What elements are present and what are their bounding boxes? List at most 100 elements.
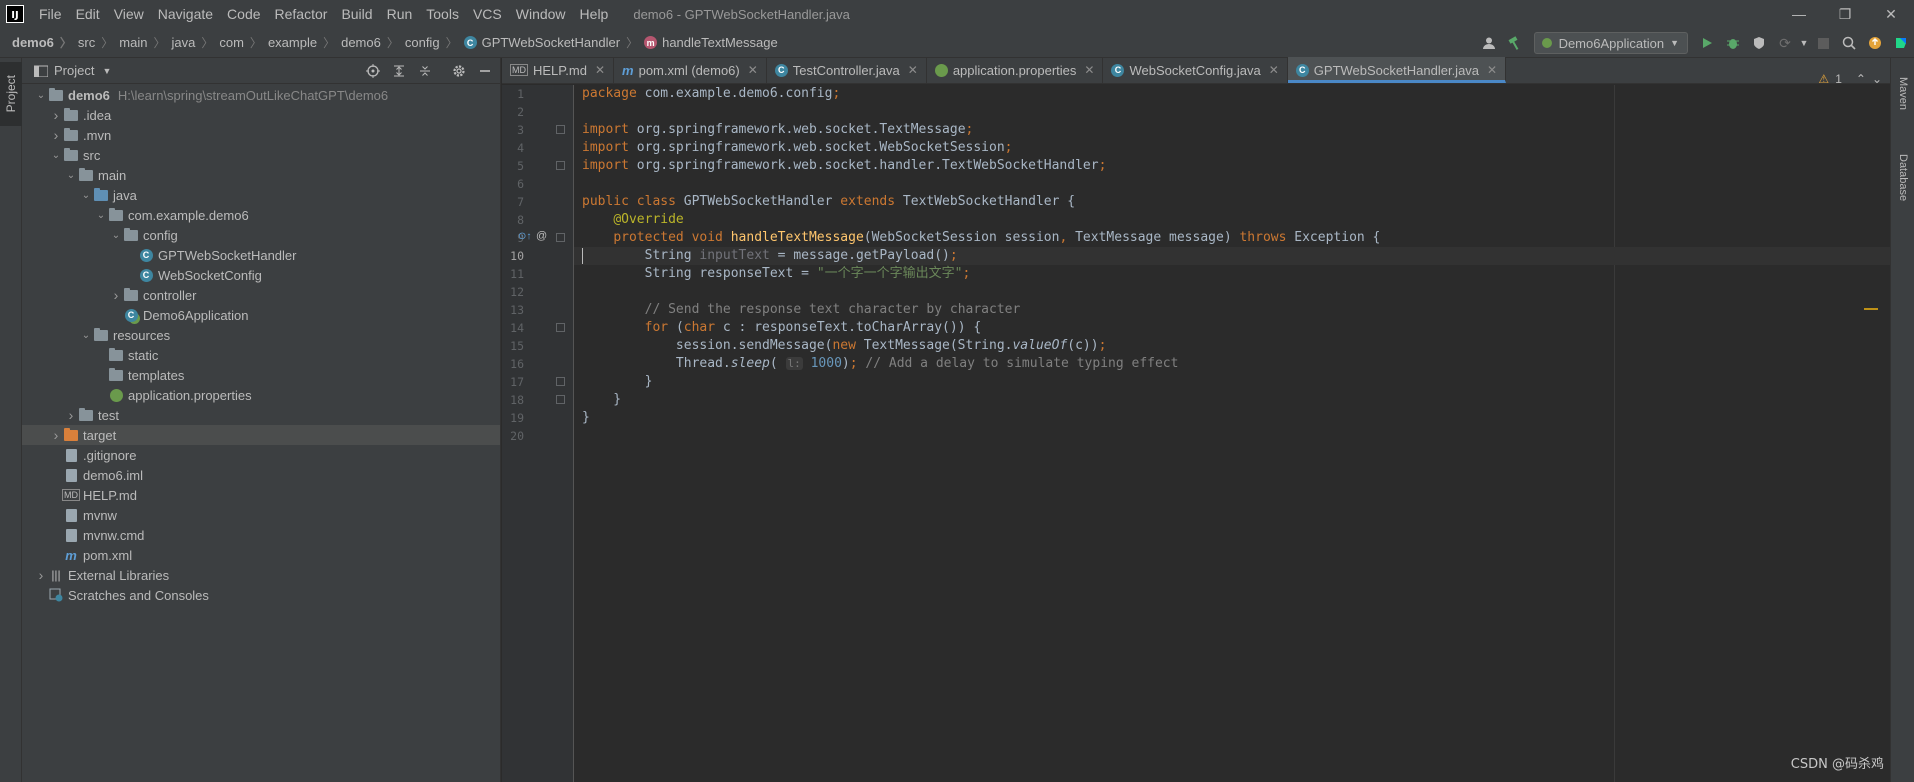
fold-marker-icon[interactable] bbox=[556, 233, 565, 242]
chevron-right-icon[interactable]: › bbox=[49, 107, 63, 123]
menu-refactor[interactable]: Refactor bbox=[268, 6, 335, 22]
tab-application-properties[interactable]: application.properties ✕ bbox=[927, 57, 1104, 83]
profile-icon[interactable]: ⟳ bbox=[1772, 30, 1798, 56]
code-line[interactable]: import org.springframework.web.socket.Te… bbox=[582, 121, 973, 139]
menu-help[interactable]: Help bbox=[573, 6, 616, 22]
update-icon[interactable] bbox=[1862, 30, 1888, 56]
close-window-button[interactable]: ✕ bbox=[1868, 0, 1914, 28]
fold-marker-icon[interactable] bbox=[556, 395, 565, 404]
chevron-down-icon[interactable]: ⌄ bbox=[49, 150, 63, 161]
breadcrumb-item-java[interactable]: java 〉 bbox=[165, 34, 213, 51]
breadcrumb-item-src[interactable]: src 〉 bbox=[72, 34, 113, 51]
tab-websocketconfig-java[interactable]: C WebSocketConfig.java ✕ bbox=[1103, 57, 1288, 83]
menu-code[interactable]: Code bbox=[220, 6, 267, 22]
chevron-down-icon[interactable]: ⌄ bbox=[94, 210, 108, 221]
code-line[interactable]: Thread.sleep( l: 1000); // Add a delay t… bbox=[582, 355, 1179, 373]
tree-item-application-properties[interactable]: application.properties bbox=[22, 385, 500, 405]
expand-all-icon[interactable] bbox=[388, 60, 410, 82]
close-tab-icon[interactable]: ✕ bbox=[1084, 63, 1094, 77]
code-line[interactable]: session.sendMessage(new TextMessage(Stri… bbox=[582, 337, 1107, 355]
code-line[interactable]: public class GPTWebSocketHandler extends… bbox=[582, 193, 1075, 211]
chevron-right-icon[interactable]: › bbox=[49, 127, 63, 143]
chevron-down-icon[interactable]: ▼ bbox=[102, 66, 111, 76]
tree-item-demo6-iml[interactable]: demo6.iml bbox=[22, 465, 500, 485]
tree-item-main[interactable]: ⌄ main bbox=[22, 165, 500, 185]
project-panel-title[interactable]: Project bbox=[54, 63, 94, 78]
user-icon[interactable] bbox=[1476, 30, 1502, 56]
code-line[interactable]: String responseText = "一个字一个字输出文字"; bbox=[582, 265, 971, 283]
breadcrumb-item-com[interactable]: com 〉 bbox=[213, 34, 262, 51]
tree-item-gptwebsockethandler[interactable]: C GPTWebSocketHandler bbox=[22, 245, 500, 265]
tree-item-help-md[interactable]: MD HELP.md bbox=[22, 485, 500, 505]
fold-marker-icon[interactable] bbox=[556, 377, 565, 386]
stop-icon[interactable] bbox=[1810, 30, 1836, 56]
tree-item-demo6application[interactable]: C Demo6Application bbox=[22, 305, 500, 325]
chevron-down-icon[interactable]: ⌄ bbox=[1872, 72, 1882, 86]
debug-icon[interactable] bbox=[1720, 30, 1746, 56]
code-line[interactable]: @Override bbox=[582, 211, 683, 229]
code-line[interactable]: } bbox=[582, 373, 653, 391]
fold-marker-icon[interactable] bbox=[556, 125, 565, 134]
more-run-options-icon[interactable]: ▼ bbox=[1798, 30, 1810, 56]
project-tool-tab[interactable]: Project bbox=[0, 62, 22, 126]
chevron-right-icon[interactable]: › bbox=[49, 427, 63, 443]
code-line[interactable]: import org.springframework.web.socket.We… bbox=[582, 139, 1012, 157]
breadcrumb-item-example[interactable]: example 〉 bbox=[262, 34, 335, 51]
code-area[interactable]: package com.example.demo6.config; import … bbox=[574, 85, 1890, 782]
jetbrains-toolbox-icon[interactable] bbox=[1888, 30, 1914, 56]
tree-item-websocketconfig[interactable]: C WebSocketConfig bbox=[22, 265, 500, 285]
chevron-right-icon[interactable]: › bbox=[64, 407, 78, 423]
code-line[interactable]: import org.springframework.web.socket.ha… bbox=[582, 157, 1106, 175]
menu-tools[interactable]: Tools bbox=[419, 6, 466, 22]
tree-item-idea[interactable]: › .idea bbox=[22, 105, 500, 125]
build-hammer-icon[interactable] bbox=[1502, 30, 1528, 56]
intellij-logo-icon[interactable]: IJ bbox=[6, 5, 24, 23]
menu-run[interactable]: Run bbox=[380, 6, 420, 22]
menu-window[interactable]: Window bbox=[509, 6, 573, 22]
tab-help-md[interactable]: MD HELP.md ✕ bbox=[502, 57, 615, 83]
tree-item-target[interactable]: › target bbox=[22, 425, 500, 445]
tree-item-src[interactable]: ⌄ src bbox=[22, 145, 500, 165]
breadcrumb-item-handletextmessage[interactable]: m handleTextMessage bbox=[638, 35, 778, 50]
menu-file[interactable]: File bbox=[32, 6, 69, 22]
database-tool-tab[interactable]: Database bbox=[1891, 140, 1914, 216]
breadcrumb-item-gptwebsockethandler[interactable]: C GPTWebSocketHandler 〉 bbox=[458, 34, 638, 51]
chevron-up-icon[interactable]: ⌃ bbox=[1856, 72, 1866, 86]
menu-vcs[interactable]: VCS bbox=[466, 6, 509, 22]
menu-edit[interactable]: Edit bbox=[69, 6, 107, 22]
tab-pom-xml-demo6[interactable]: m pom.xml (demo6) ✕ bbox=[614, 57, 767, 83]
chevron-down-icon[interactable]: ⌄ bbox=[79, 330, 93, 341]
tree-item-demo6[interactable]: ⌄ demo6 H:\learn\spring\streamOutLikeChatG… bbox=[22, 85, 500, 105]
tree-item-com-example-demo6[interactable]: ⌄ com.example.demo6 bbox=[22, 205, 500, 225]
override-method-icon[interactable]: ⊙↑ bbox=[518, 231, 531, 242]
tree-item-resources[interactable]: ⌄ resources bbox=[22, 325, 500, 345]
annotation-at-icon[interactable]: @ bbox=[536, 230, 547, 242]
run-configuration-select[interactable]: Demo6Application ▼ bbox=[1533, 32, 1688, 54]
run-icon[interactable] bbox=[1694, 30, 1720, 56]
hide-panel-icon[interactable] bbox=[474, 60, 496, 82]
tab-gptwebsockethandler-java[interactable]: C GPTWebSocketHandler.java ✕ bbox=[1287, 57, 1507, 83]
fold-marker-icon[interactable] bbox=[556, 161, 565, 170]
tree-item-test[interactable]: › test bbox=[22, 405, 500, 425]
tree-item-scratches-and-consoles[interactable]: Scratches and Consoles bbox=[22, 585, 500, 605]
close-tab-icon[interactable]: ✕ bbox=[908, 63, 918, 77]
maven-tool-tab[interactable]: Maven bbox=[1891, 64, 1914, 124]
collapse-all-icon[interactable] bbox=[414, 60, 436, 82]
minimize-button[interactable]: — bbox=[1776, 0, 1822, 28]
chevron-down-icon[interactable]: ⌄ bbox=[34, 90, 48, 101]
tree-item-controller[interactable]: › controller bbox=[22, 285, 500, 305]
search-icon[interactable] bbox=[1836, 30, 1862, 56]
tree-item-mvnw[interactable]: mvnw bbox=[22, 505, 500, 525]
code-line[interactable]: } bbox=[582, 409, 590, 427]
chevron-right-icon[interactable]: › bbox=[109, 287, 123, 303]
tree-item-config[interactable]: ⌄ config bbox=[22, 225, 500, 245]
tree-item-mvnw-cmd[interactable]: mvnw.cmd bbox=[22, 525, 500, 545]
breadcrumb-item-demo6[interactable]: demo6 〉 bbox=[0, 34, 72, 51]
breadcrumb-item-config[interactable]: config 〉 bbox=[399, 34, 458, 51]
tree-item-templates[interactable]: templates bbox=[22, 365, 500, 385]
close-tab-icon[interactable]: ✕ bbox=[1487, 63, 1497, 77]
warning-scroll-marker[interactable] bbox=[1864, 308, 1878, 310]
code-line[interactable]: } bbox=[582, 391, 621, 409]
code-line[interactable]: // Send the response text character by c… bbox=[582, 301, 1021, 319]
chevron-down-icon[interactable]: ⌄ bbox=[79, 190, 93, 201]
